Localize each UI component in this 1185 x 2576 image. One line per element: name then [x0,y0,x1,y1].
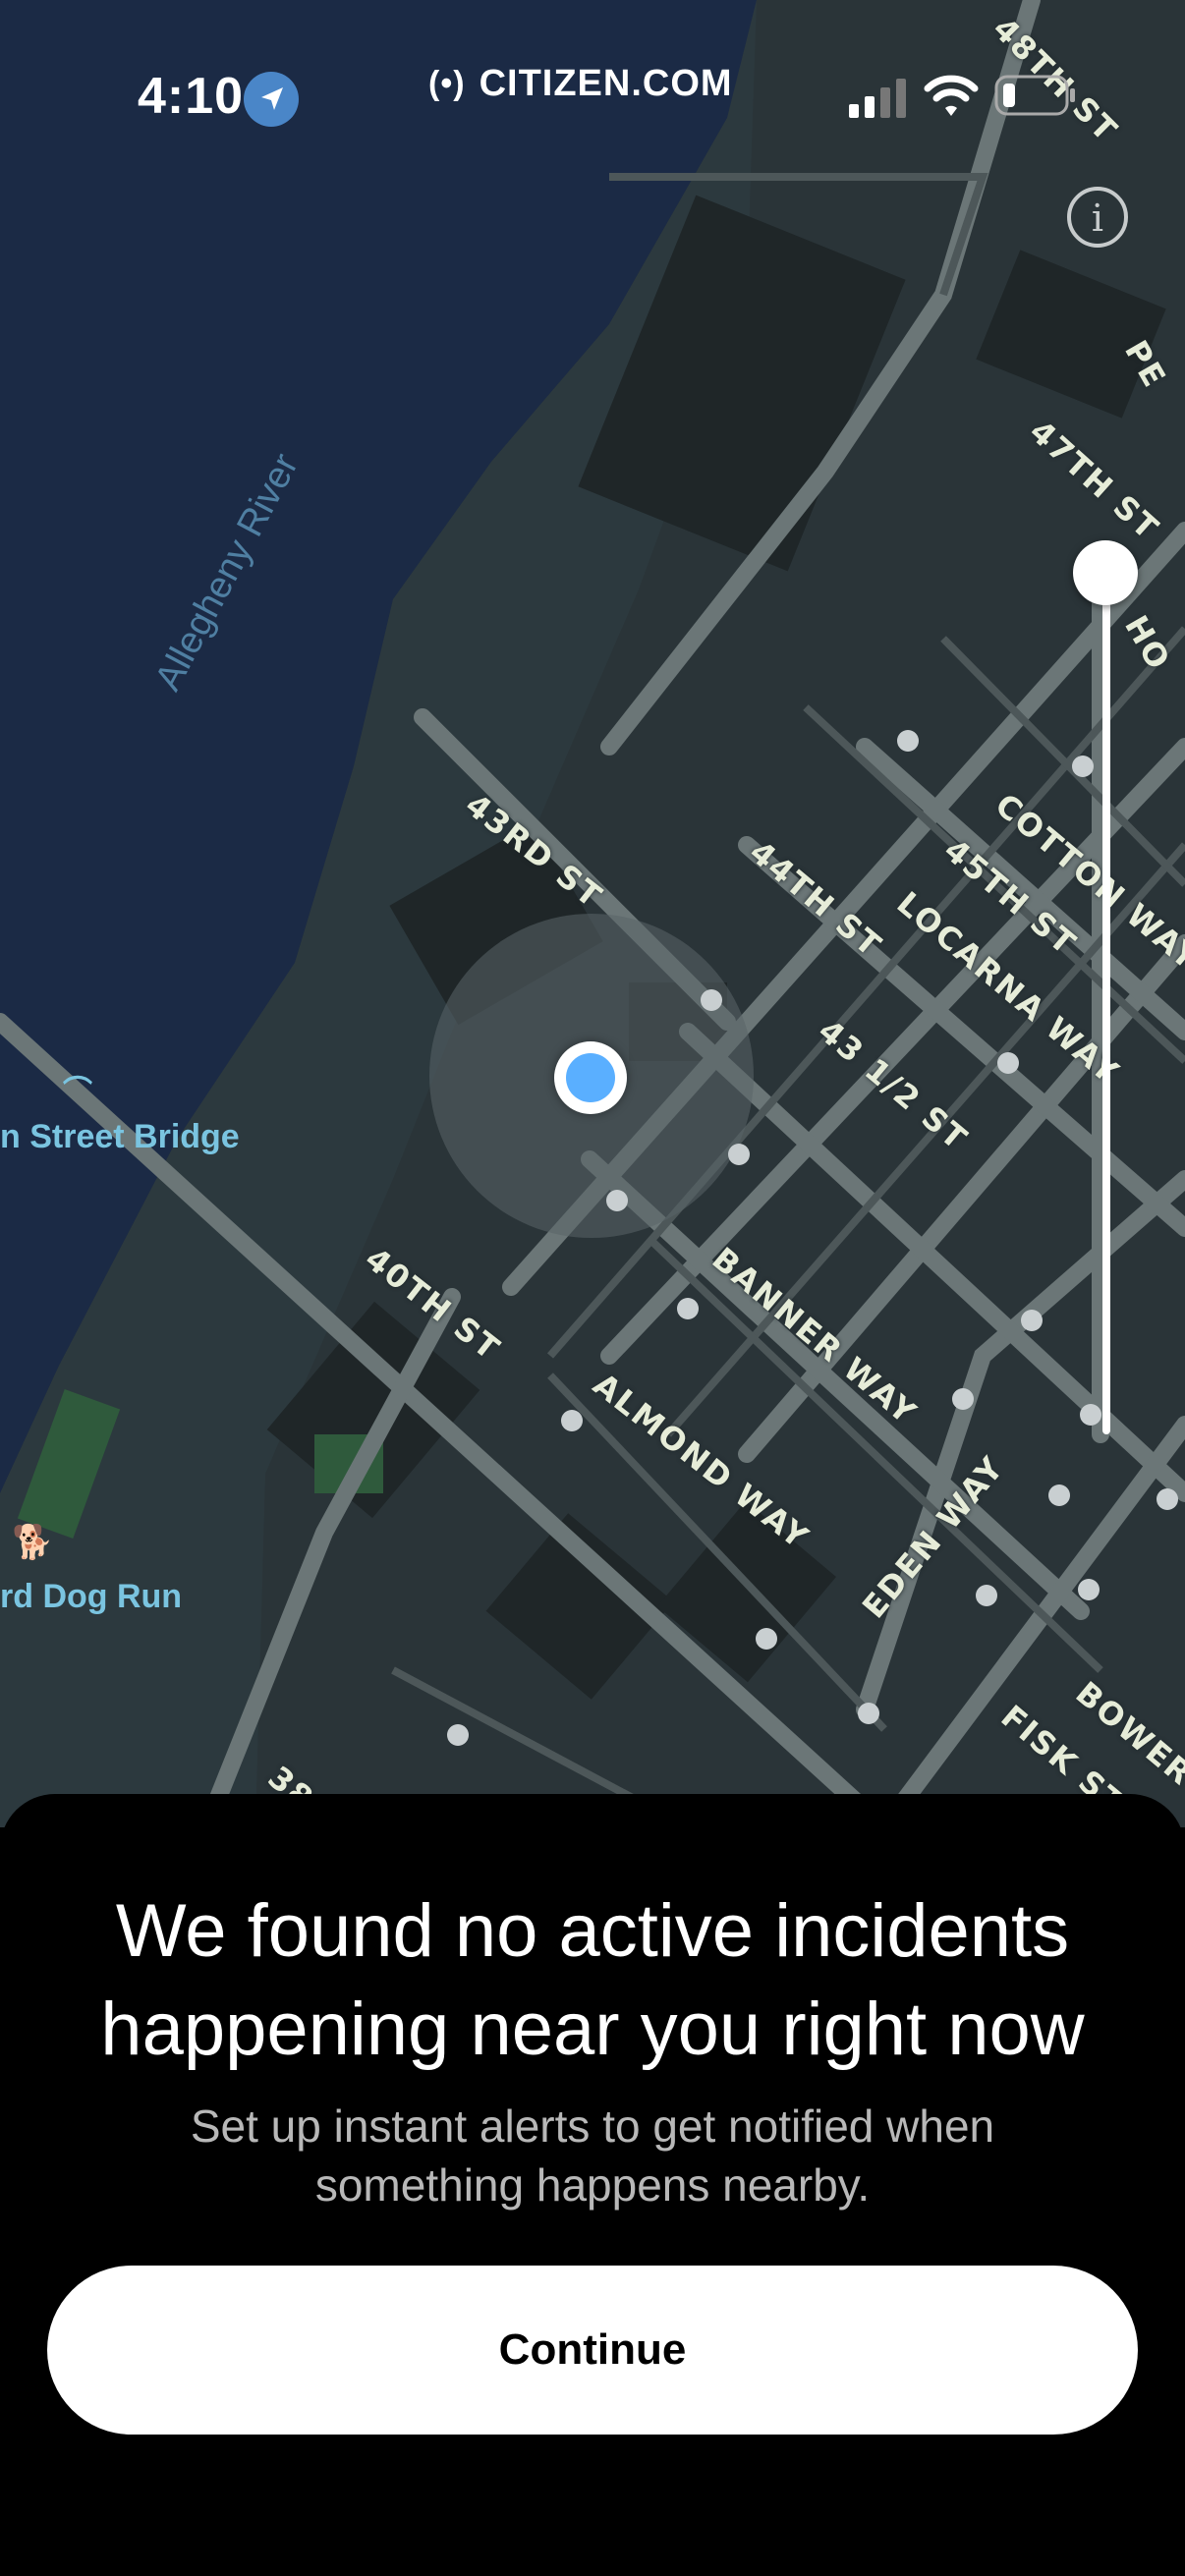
status-bar: 4:10 (•) CITIZEN.COM [0,0,1185,187]
sheet-subtitle-line: Set up instant alerts to get notified wh… [190,2100,995,2152]
current-location-marker [554,1041,627,1114]
brand-name: CITIZEN.COM [479,63,733,104]
poi-label: n Street Bridge [0,1118,240,1155]
wifi-icon [924,75,979,116]
brand: (•) CITIZEN.COM [428,63,733,105]
bottom-sheet: We found no active incidents happening n… [0,1794,1185,2576]
dog-icon: 🐕 [12,1524,54,1561]
sheet-title: We found no active incidents happening n… [0,1882,1185,2079]
poi-label: rd Dog Run [0,1578,183,1615]
radius-slider-track[interactable] [1102,570,1110,1434]
sheet-title-line: We found no active incidents [115,1889,1070,1973]
sheet-subtitle: Set up instant alerts to get notified wh… [0,2097,1185,2214]
bridge-icon: ⌒ [63,1076,92,1108]
citizen-logo-icon: (•) [428,65,466,102]
radius-slider-handle[interactable] [1073,540,1138,605]
location-arrow-icon [244,72,299,127]
sheet-subtitle-line: something happens nearby. [314,2159,871,2211]
sheet-title-line: happening near you right now [100,1988,1085,2071]
battery-icon [994,75,1075,116]
continue-button[interactable]: Continue [47,2266,1138,2435]
status-time: 4:10 [138,68,245,125]
map-view[interactable]: Allegheny River 48TH ST 47TH ST HO PE 43… [0,0,1185,1827]
info-icon[interactable]: i [1067,187,1128,248]
cellular-signal-icon [849,79,906,118]
